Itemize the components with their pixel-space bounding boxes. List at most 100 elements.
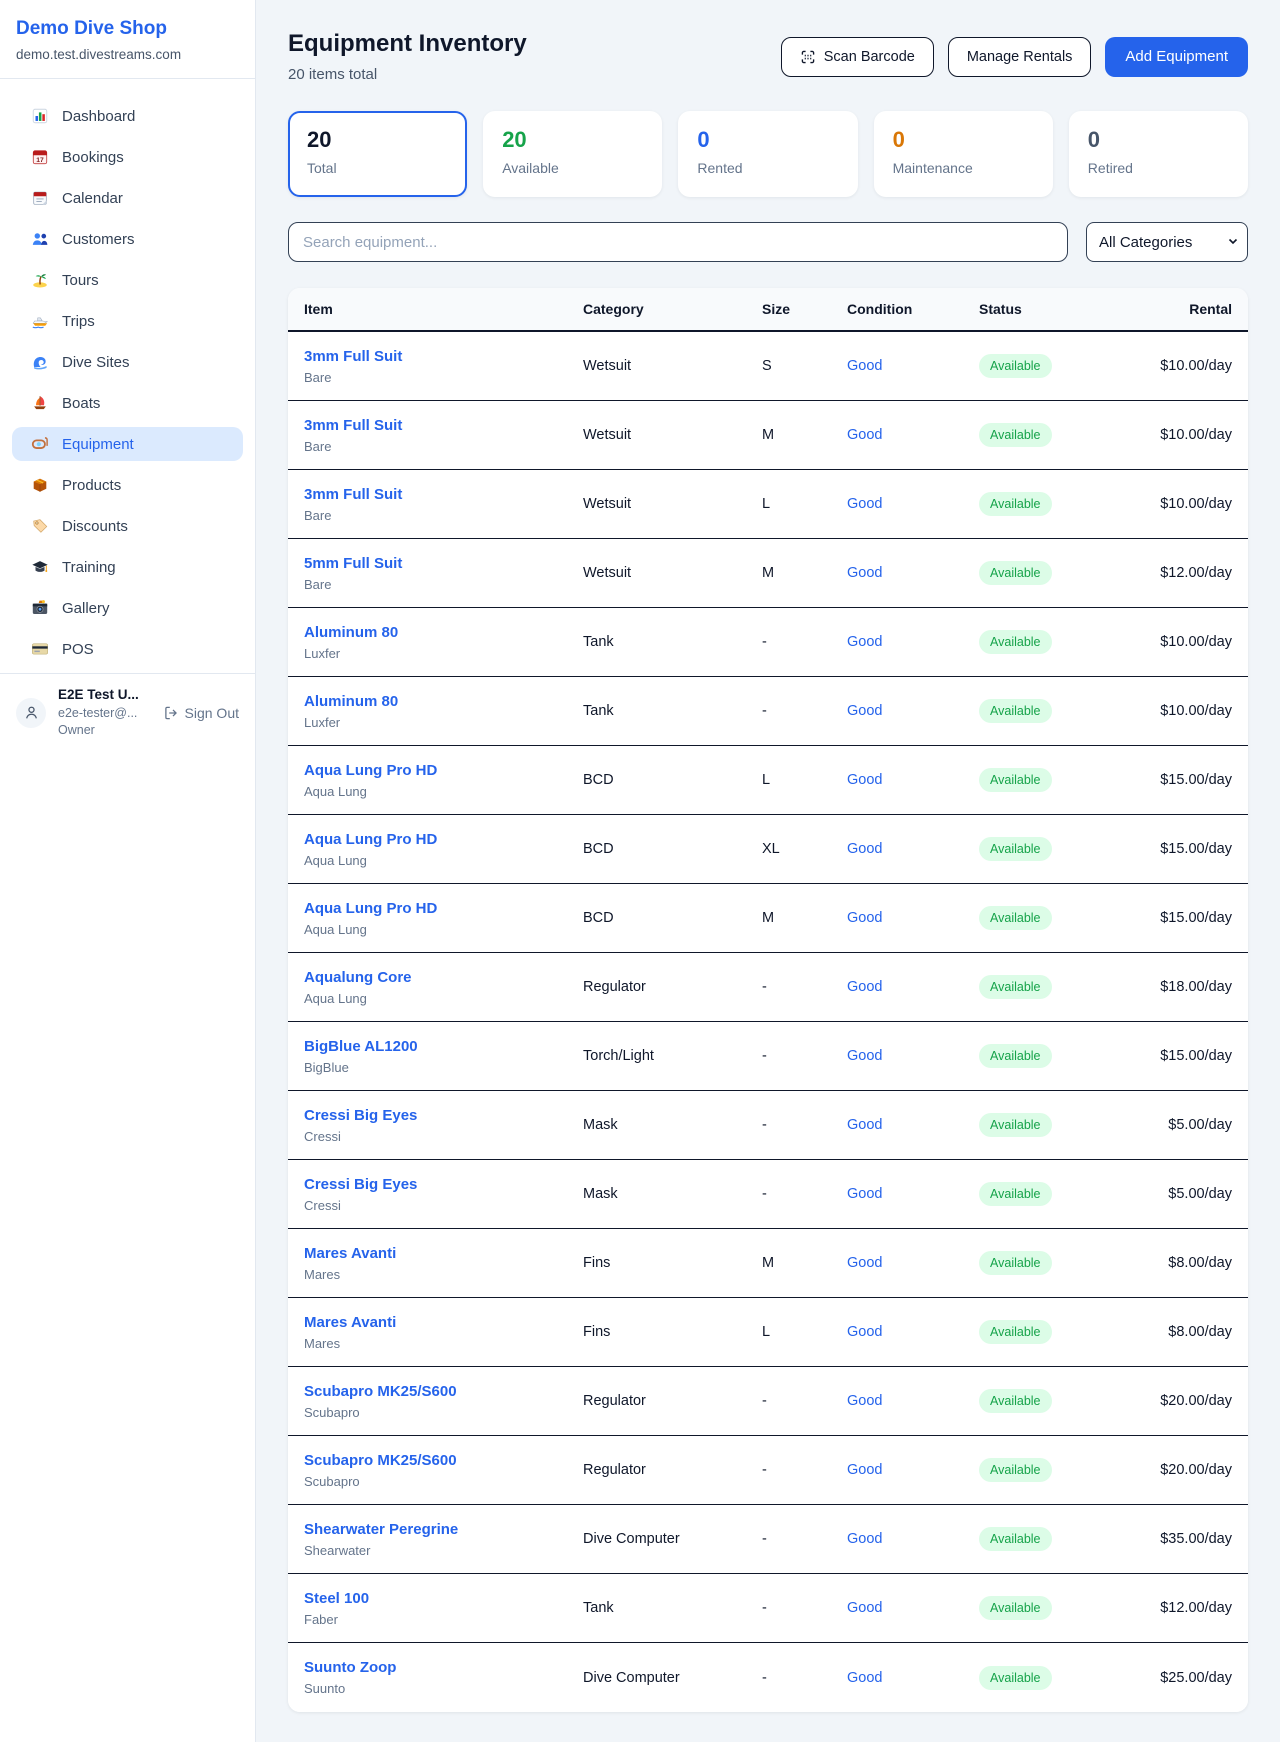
item-name-link[interactable]: Aqua Lung Pro HD (304, 831, 437, 848)
item-brand: Scubapro (304, 1474, 583, 1489)
sidebar-item-label: Boats (62, 395, 100, 412)
scan-barcode-button[interactable]: Scan Barcode (781, 37, 934, 77)
sidebar-item-label: Customers (62, 231, 135, 248)
size-cell: L (762, 772, 847, 788)
item-name-link[interactable]: Aluminum 80 (304, 624, 398, 641)
condition-link[interactable]: Good (847, 1393, 882, 1409)
stat-value: 0 (893, 127, 1034, 153)
stat-card-rented[interactable]: 0Rented (678, 111, 857, 197)
condition-link[interactable]: Good (847, 634, 882, 650)
condition-cell: Good (847, 909, 979, 927)
sign-out-button[interactable]: Sign Out (163, 705, 239, 721)
sidebar-item-trips[interactable]: Trips (12, 304, 243, 338)
sidebar-item-gallery[interactable]: Gallery (12, 591, 243, 625)
condition-link[interactable]: Good (847, 1462, 882, 1478)
condition-link[interactable]: Good (847, 1670, 882, 1686)
condition-cell: Good (847, 1461, 979, 1479)
item-name-link[interactable]: Cressi Big Eyes (304, 1107, 417, 1124)
condition-link[interactable]: Good (847, 1324, 882, 1340)
user-role: Owner (58, 723, 139, 739)
category-select[interactable]: All Categories (1086, 222, 1248, 262)
category-cell: BCD (583, 910, 762, 926)
item-cell: Aluminum 80Luxfer (304, 624, 583, 661)
condition-link[interactable]: Good (847, 841, 882, 857)
item-name-link[interactable]: Mares Avanti (304, 1245, 396, 1262)
condition-link[interactable]: Good (847, 1600, 882, 1616)
item-name-link[interactable]: 3mm Full Suit (304, 486, 402, 503)
search-input[interactable] (288, 222, 1068, 262)
condition-link[interactable]: Good (847, 496, 882, 512)
stat-value: 20 (307, 127, 448, 153)
condition-link[interactable]: Good (847, 358, 882, 374)
item-name-link[interactable]: Scubapro MK25/S600 (304, 1452, 457, 1469)
status-cell: Available (979, 1458, 1129, 1482)
stat-card-available[interactable]: 20Available (483, 111, 662, 197)
condition-link[interactable]: Good (847, 427, 882, 443)
stat-label: Rented (697, 160, 838, 176)
item-name-link[interactable]: BigBlue AL1200 (304, 1038, 418, 1055)
sidebar-item-equipment[interactable]: Equipment (12, 427, 243, 461)
item-brand: Aqua Lung (304, 991, 583, 1006)
condition-link[interactable]: Good (847, 1531, 882, 1547)
sidebar-item-bookings[interactable]: 17Bookings (12, 140, 243, 174)
user-email: e2e-tester@... (58, 706, 139, 722)
item-name-link[interactable]: Shearwater Peregrine (304, 1521, 458, 1538)
sidebar-item-tours[interactable]: Tours (12, 263, 243, 297)
status-cell: Available (979, 630, 1129, 654)
sidebar-item-training[interactable]: Training (12, 550, 243, 584)
item-name-link[interactable]: Mares Avanti (304, 1314, 396, 1331)
condition-link[interactable]: Good (847, 1048, 882, 1064)
status-cell: Available (979, 837, 1129, 861)
user-meta: E2E Test U... e2e-tester@... Owner (58, 687, 139, 738)
column-header-status: Status (979, 301, 1129, 317)
bar-chart-icon (30, 107, 50, 125)
condition-link[interactable]: Good (847, 1117, 882, 1133)
manage-rentals-button[interactable]: Manage Rentals (948, 37, 1092, 77)
stat-label: Total (307, 160, 448, 176)
sidebar-item-calendar[interactable]: Calendar (12, 181, 243, 215)
page-header-text: Equipment Inventory 20 items total (288, 30, 527, 83)
item-name-link[interactable]: Aluminum 80 (304, 693, 398, 710)
condition-cell: Good (847, 1116, 979, 1134)
add-equipment-button[interactable]: Add Equipment (1105, 37, 1248, 77)
status-cell: Available (979, 975, 1129, 999)
category-cell: Tank (583, 703, 762, 719)
condition-link[interactable]: Good (847, 565, 882, 581)
stat-card-maintenance[interactable]: 0Maintenance (874, 111, 1053, 197)
item-name-link[interactable]: 3mm Full Suit (304, 348, 402, 365)
sidebar-item-dashboard[interactable]: Dashboard (12, 99, 243, 133)
sidebar-item-dive-sites[interactable]: Dive Sites (12, 345, 243, 379)
status-badge: Available (979, 1182, 1052, 1206)
item-name-link[interactable]: Aqua Lung Pro HD (304, 900, 437, 917)
stat-card-retired[interactable]: 0Retired (1069, 111, 1248, 197)
item-name-link[interactable]: Aqua Lung Pro HD (304, 762, 437, 779)
condition-link[interactable]: Good (847, 979, 882, 995)
item-name-link[interactable]: Scubapro MK25/S600 (304, 1383, 457, 1400)
sidebar-item-discounts[interactable]: Discounts (12, 509, 243, 543)
condition-cell: Good (847, 840, 979, 858)
stat-card-total[interactable]: 20 Total (288, 111, 467, 197)
status-cell: Available (979, 423, 1129, 447)
sidebar-item-boats[interactable]: Boats (12, 386, 243, 420)
grad-cap-icon (30, 558, 50, 576)
condition-link[interactable]: Good (847, 1186, 882, 1202)
item-name-link[interactable]: Aqualung Core (304, 969, 412, 986)
sidebar-item-products[interactable]: Products (12, 468, 243, 502)
condition-link[interactable]: Good (847, 910, 882, 926)
item-cell: Aqualung Core Aqua Lung (304, 969, 583, 1006)
item-name-link[interactable]: Cressi Big Eyes (304, 1176, 417, 1193)
item-name-link[interactable]: 5mm Full Suit (304, 555, 402, 572)
sidebar-item-pos[interactable]: POS (12, 632, 243, 666)
item-name-link[interactable]: Suunto Zoop (304, 1659, 396, 1676)
item-cell: 3mm Full SuitBare (304, 486, 583, 523)
item-name-link[interactable]: Steel 100 (304, 1590, 369, 1607)
condition-link[interactable]: Good (847, 1255, 882, 1271)
condition-link[interactable]: Good (847, 703, 882, 719)
sidebar-item-label: Equipment (62, 436, 134, 453)
condition-link[interactable]: Good (847, 772, 882, 788)
sidebar-item-customers[interactable]: Customers (12, 222, 243, 256)
item-brand: Shearwater (304, 1543, 583, 1558)
item-name-link[interactable]: 3mm Full Suit (304, 417, 402, 434)
brand: Demo Dive Shop demo.test.divestreams.com (0, 0, 255, 79)
category-cell: Tank (583, 1600, 762, 1616)
